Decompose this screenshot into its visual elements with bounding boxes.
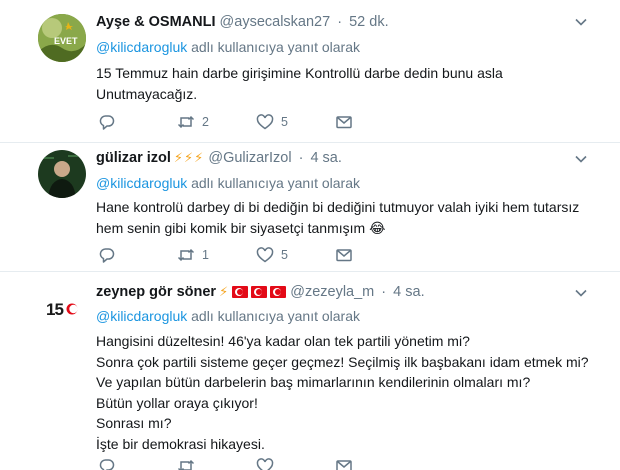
display-name[interactable]: zeynep gör söner <box>96 284 216 300</box>
reply-button[interactable] <box>98 246 177 264</box>
tweet-line: Bütün yollar oraya çıkıyor! <box>96 394 258 411</box>
tweet-header: gülizar izol ⚡⚡⚡ @GulizarIzol · 4 sa. <box>96 148 590 168</box>
avatar-label: 15 <box>46 300 63 319</box>
tweet-line: hem senin gibi komik bir siyasetçi tanmı… <box>96 219 386 236</box>
reply-icon <box>99 459 115 470</box>
turkish-flag-emojis <box>232 286 287 298</box>
like-count: 5 <box>281 248 288 262</box>
like-count: 5 <box>281 115 288 129</box>
tweet-line: 15 Temmuz hain darbe girişimine Kontroll… <box>96 65 503 81</box>
tweet-line: Hane kontrolü darbey di bi dediğin bi de… <box>96 199 580 215</box>
timestamp[interactable]: 4 sa. <box>393 284 424 300</box>
replying-suffix: adlı kullanıcıya yanıt olarak <box>187 39 361 55</box>
mention-link[interactable]: @kilicdarogluk <box>96 308 187 324</box>
tweet-1[interactable]: EVET Ayşe & OSMANLI @aysecalskan27 · 52 … <box>0 0 620 143</box>
reply-icon <box>99 248 115 263</box>
separator-dot: · <box>298 150 304 166</box>
user-handle[interactable]: @aysecalskan27 <box>220 14 331 30</box>
user-handle[interactable]: @GulizarIzol <box>208 150 291 166</box>
turkish-flag-icon <box>270 286 287 298</box>
message-button[interactable] <box>335 457 414 470</box>
chevron-down-icon[interactable] <box>574 286 588 300</box>
replying-to: @kilicdarogluk adlı kullanıcıya yanıt ol… <box>96 307 360 325</box>
tweet-header: zeynep gör söner ⚡ @zezeyla_m · 4 sa. <box>96 282 590 302</box>
avatar-label: EVET <box>54 36 78 46</box>
message-icon <box>336 460 352 470</box>
separator-dot: · <box>381 284 387 300</box>
retweet-icon <box>177 248 195 262</box>
tweet-line: Unutmayacağız. <box>96 85 198 102</box>
chevron-down-icon[interactable] <box>574 15 588 29</box>
tweet-line: İşte bir demokrasi hikayesi. <box>96 435 265 452</box>
user-handle[interactable]: @zezeyla_m <box>290 284 374 300</box>
replying-suffix: adlı kullanıcıya yanıt olarak <box>187 175 361 191</box>
message-button[interactable] <box>335 113 414 131</box>
retweet-icon <box>177 115 195 129</box>
like-icon <box>256 114 274 130</box>
like-button[interactable] <box>256 457 335 470</box>
like-button[interactable]: 5 <box>256 246 335 264</box>
tweet-actions: 1 5 <box>98 245 414 265</box>
like-button[interactable]: 5 <box>256 113 335 131</box>
name-emoji: ⚡⚡⚡ <box>173 150 205 165</box>
like-icon <box>256 247 274 263</box>
tweet-line: Hangisini düzeltesin! 46'ya kadar olan t… <box>96 333 470 349</box>
like-icon <box>256 458 274 470</box>
tweet-2[interactable]: gülizar izol ⚡⚡⚡ @GulizarIzol · 4 sa. @ki… <box>0 143 620 272</box>
avatar-image <box>38 150 86 198</box>
reply-button[interactable] <box>98 113 177 131</box>
retweet-button[interactable]: 1 <box>177 246 256 264</box>
avatar[interactable]: EVET <box>38 14 86 62</box>
separator-dot: · <box>337 14 343 30</box>
tweet-line: Ve yapılan bütün darbelerin baş mimarlar… <box>96 374 531 390</box>
tweet-text: Hane kontrolü darbey di bi dediğin bi de… <box>96 197 596 238</box>
avatar-image: EVET <box>38 14 86 62</box>
avatar[interactable]: 15 <box>38 284 86 332</box>
retweet-button[interactable] <box>177 457 256 470</box>
timestamp[interactable]: 4 sa. <box>310 150 341 166</box>
mention-link[interactable]: @kilicdarogluk <box>96 39 187 55</box>
tweet-text: 15 Temmuz hain darbe girişimine Kontroll… <box>96 63 596 104</box>
retweet-count: 1 <box>202 248 209 262</box>
tweet-text: Hangisini düzeltesin! 46'ya kadar olan t… <box>96 331 596 454</box>
display-name[interactable]: gülizar izol <box>96 150 171 166</box>
display-name[interactable]: Ayşe & OSMANLI <box>96 14 216 30</box>
tweet-actions: 2 5 <box>98 112 414 132</box>
tweet-3[interactable]: 15 zeynep gör söner ⚡ @zezeyla_m · 4 sa. … <box>0 272 620 470</box>
turkish-flag-icon <box>232 286 249 298</box>
message-icon <box>336 116 352 129</box>
replying-to: @kilicdarogluk adlı kullanıcıya yanıt ol… <box>96 38 360 56</box>
message-icon <box>336 249 352 262</box>
replying-to: @kilicdarogluk adlı kullanıcıya yanıt ol… <box>96 174 360 192</box>
reply-icon <box>99 115 115 130</box>
tweet-line: Sonrası mı? <box>96 415 172 431</box>
replying-suffix: adlı kullanıcıya yanıt olarak <box>187 308 361 324</box>
tweet-line: Sonra çok partili sisteme geçer geçmez! … <box>96 353 589 370</box>
message-button[interactable] <box>335 246 414 264</box>
retweet-button[interactable]: 2 <box>177 113 256 131</box>
retweet-count: 2 <box>202 115 209 129</box>
turkish-flag-icon <box>251 286 268 298</box>
reply-button[interactable] <box>98 457 177 470</box>
tweet-actions <box>98 456 414 470</box>
retweet-icon <box>177 459 195 470</box>
avatar[interactable] <box>38 150 86 198</box>
chevron-down-icon[interactable] <box>574 152 588 166</box>
name-emoji: ⚡ <box>219 284 230 299</box>
mention-link[interactable]: @kilicdarogluk <box>96 175 187 191</box>
tweet-header: Ayşe & OSMANLI @aysecalskan27 · 52 dk. <box>96 12 590 32</box>
timestamp[interactable]: 52 dk. <box>349 14 389 30</box>
avatar-image: 15 <box>38 284 86 332</box>
